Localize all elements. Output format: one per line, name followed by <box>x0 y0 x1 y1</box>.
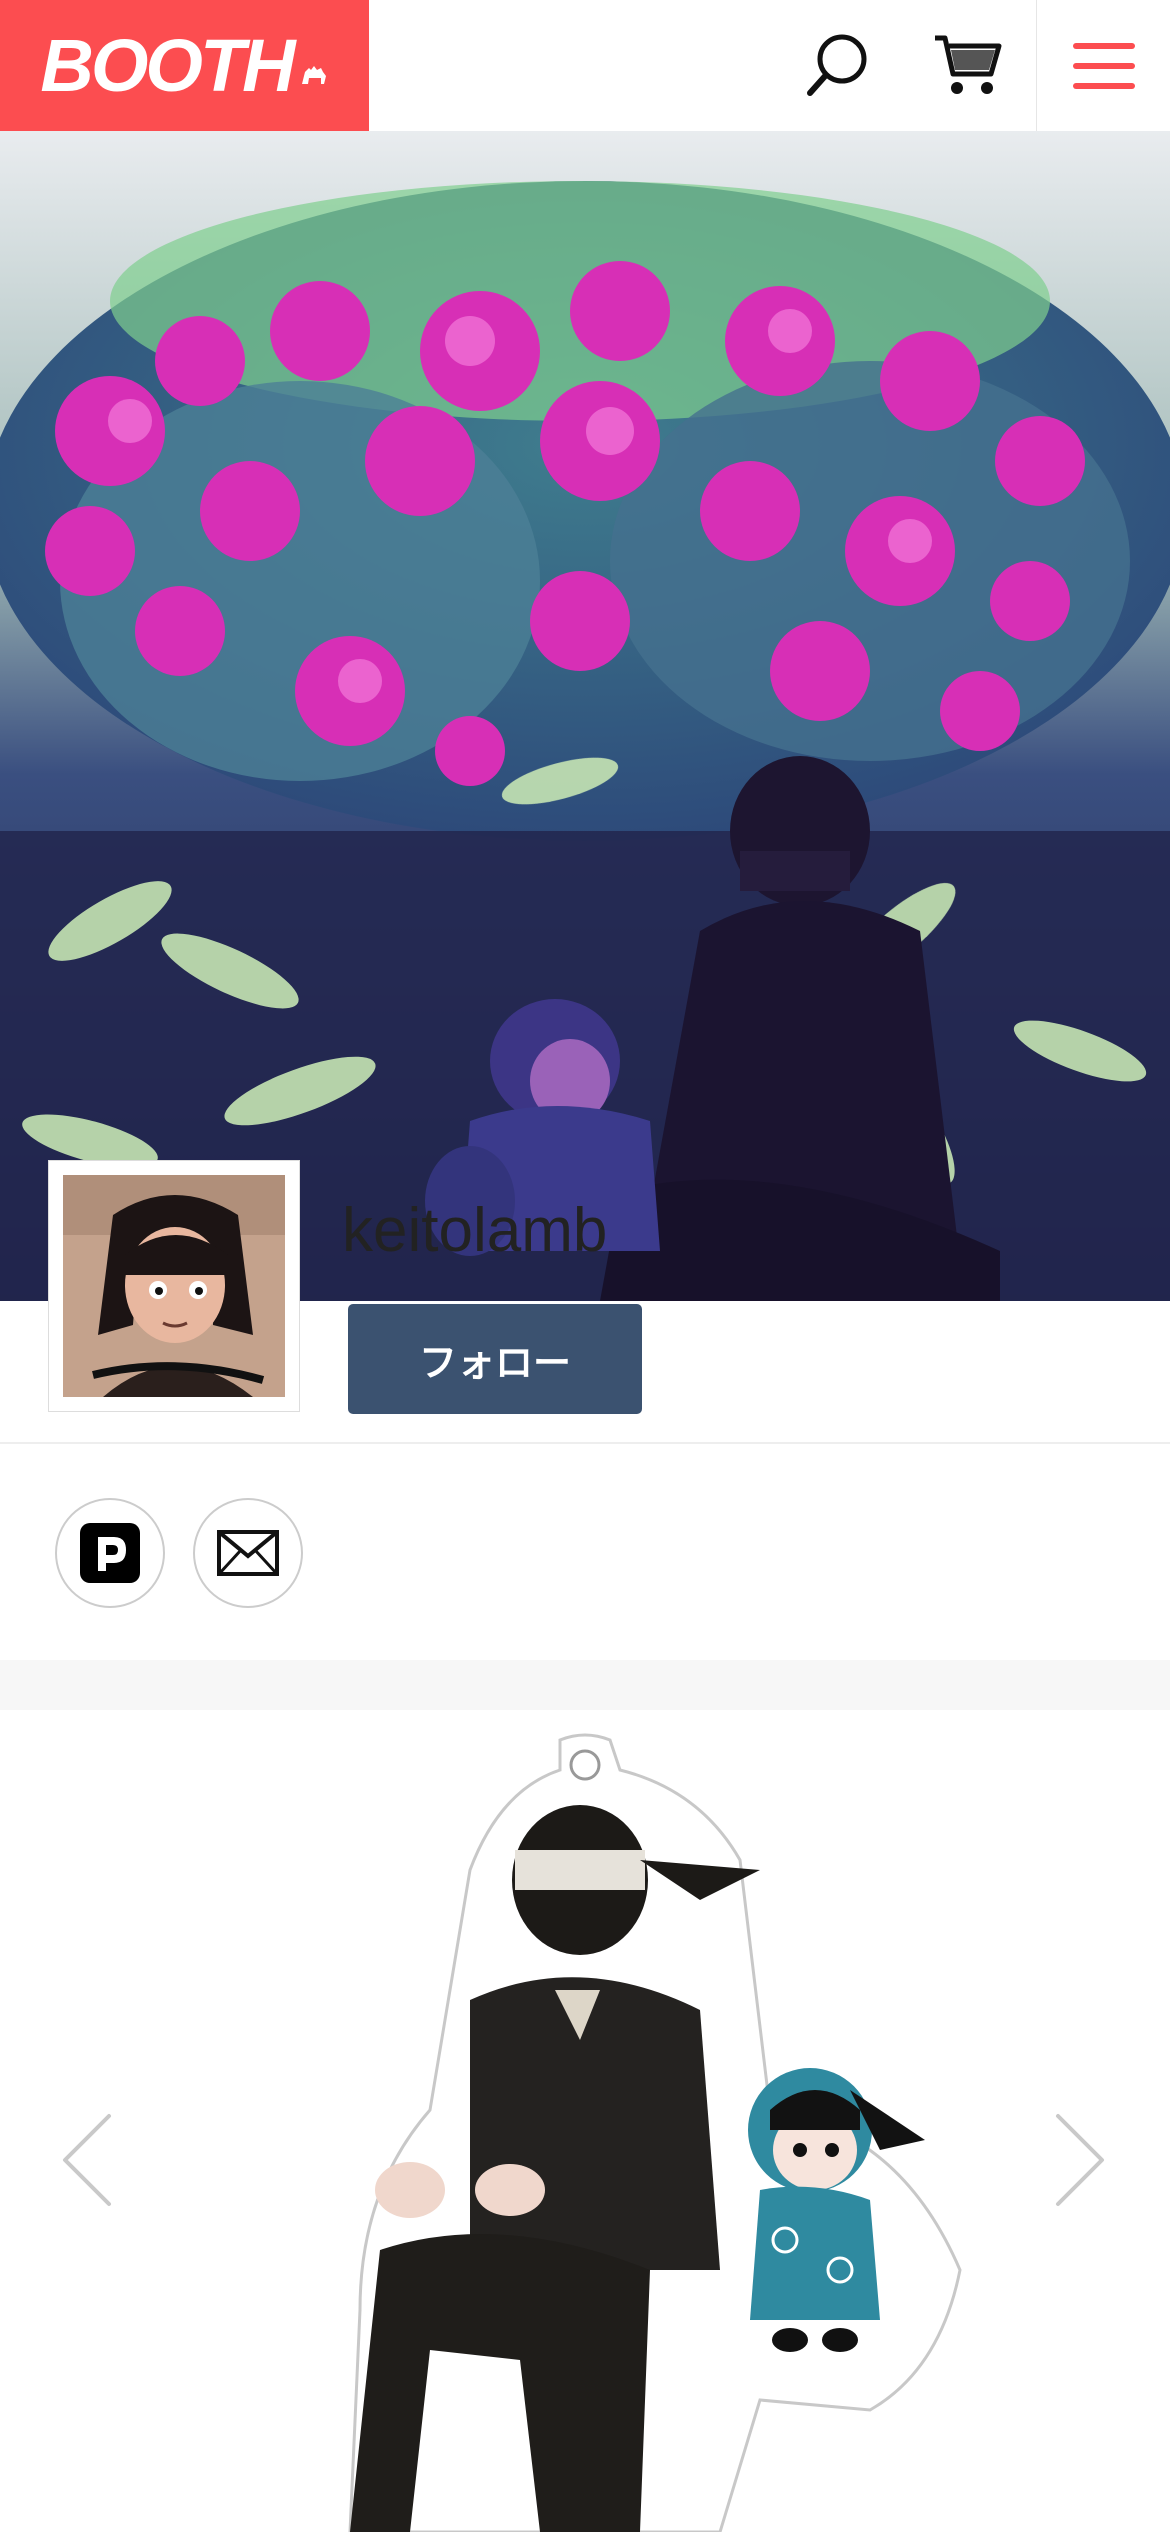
cover-illustration <box>0 131 1170 1301</box>
mail-icon <box>217 1530 279 1576</box>
cart-button[interactable] <box>907 0 1027 131</box>
menu-button[interactable] <box>1036 0 1170 131</box>
divider <box>0 1442 1170 1444</box>
carousel-prev-button[interactable] <box>52 2105 122 2215</box>
cart-icon <box>935 35 1002 94</box>
avatar-illustration <box>63 1175 285 1397</box>
booth-logo[interactable]: BOOTH <box>0 0 369 131</box>
pixiv-link[interactable] <box>55 1498 165 1608</box>
search-button[interactable] <box>777 0 897 131</box>
shop-cover-image <box>0 131 1170 1301</box>
carousel-next-button[interactable] <box>1045 2105 1115 2215</box>
follow-button[interactable]: フォロー <box>348 1304 642 1414</box>
search-icon <box>807 34 867 96</box>
logo-text: BOOTH <box>40 24 295 107</box>
product-carousel-image[interactable] <box>0 1710 1170 2532</box>
section-separator <box>0 1660 1170 1710</box>
pixiv-icon <box>80 1523 140 1583</box>
mail-link[interactable] <box>193 1498 303 1608</box>
acrylic-keychain-illustration <box>348 1733 962 2532</box>
site-header: BOOTH <box>0 0 1170 132</box>
shop-name: keitolamb <box>342 1196 608 1265</box>
hamburger-menu-icon <box>1073 42 1135 89</box>
shop-avatar <box>48 1160 300 1412</box>
chevron-right-icon <box>1052 2110 1108 2210</box>
chevron-left-icon <box>59 2110 115 2210</box>
camel-icon <box>301 65 326 84</box>
